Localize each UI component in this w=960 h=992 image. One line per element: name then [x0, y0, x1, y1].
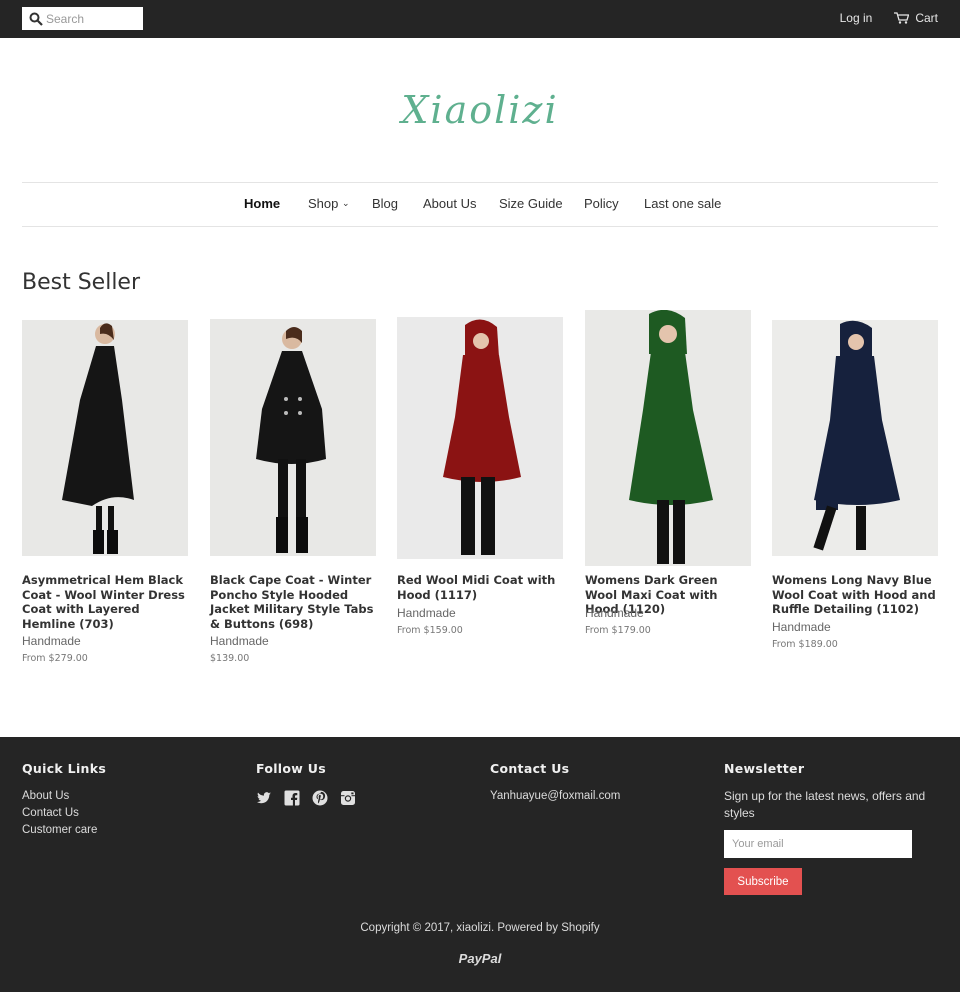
twitter-icon[interactable] — [256, 790, 272, 806]
product-vendor: Handmade — [585, 606, 644, 620]
nav-policy[interactable]: Policy — [584, 196, 619, 211]
follow-us: Follow Us — [256, 761, 356, 806]
product-title[interactable]: Womens Long Navy Blue Wool Coat with Hoo… — [772, 573, 938, 617]
quick-links: Quick Links About Us Contact Us Customer… — [22, 761, 106, 836]
search-box[interactable] — [22, 7, 143, 30]
top-bar: Log in Cart — [0, 0, 960, 38]
product-image[interactable] — [585, 310, 751, 566]
product-price: From $189.00 — [772, 639, 838, 650]
main-nav: Home Shop ⌄ Blog About Us Size Guide Pol… — [22, 182, 938, 227]
newsletter-text: Sign up for the latest news, offers and … — [724, 789, 926, 820]
contact-email[interactable]: Yanhuayue@foxmail.com — [490, 790, 620, 802]
product-price: From $179.00 — [585, 625, 651, 636]
site-logo[interactable]: Xiaolizi — [0, 88, 960, 132]
nav-last-one-sale[interactable]: Last one sale — [644, 196, 721, 211]
product-title[interactable]: Asymmetrical Hem Black Coat - Wool Winte… — [22, 573, 188, 631]
nav-about-us[interactable]: About Us — [423, 196, 476, 211]
contact-us-heading: Contact Us — [490, 761, 570, 776]
product-title[interactable]: Black Cape Coat - Winter Poncho Style Ho… — [210, 573, 376, 631]
product-vendor: Handmade — [397, 606, 456, 620]
search-icon[interactable] — [29, 12, 43, 26]
search-input[interactable] — [46, 10, 140, 27]
nav-blog[interactable]: Blog — [372, 196, 398, 211]
cart-label: Cart — [915, 11, 938, 25]
follow-us-heading: Follow Us — [256, 761, 326, 776]
product-image[interactable] — [22, 320, 188, 556]
site-footer: Quick Links About Us Contact Us Customer… — [0, 737, 960, 992]
product-price: From $279.00 — [22, 653, 88, 664]
paypal-payment-icon: PayPal — [458, 951, 502, 966]
product-vendor: Handmade — [772, 620, 831, 634]
product-image[interactable] — [210, 319, 376, 556]
pinterest-icon[interactable] — [312, 790, 328, 806]
cart-icon — [894, 12, 910, 24]
chevron-down-icon: ⌄ — [342, 198, 350, 208]
login-link[interactable]: Log in — [840, 11, 873, 25]
product-vendor: Handmade — [22, 634, 81, 648]
footer-link-contact-us[interactable]: Contact Us — [22, 807, 106, 819]
copyright-text: Copyright © 2017, xiaolizi. Powered by S… — [360, 922, 600, 934]
newsletter-heading: Newsletter — [724, 761, 805, 776]
product-price: $139.00 — [210, 653, 250, 664]
facebook-icon[interactable] — [284, 790, 300, 806]
nav-shop-label: Shop — [308, 196, 339, 211]
footer-link-about-us[interactable]: About Us — [22, 790, 106, 802]
newsletter: Newsletter Sign up for the latest news, … — [724, 761, 929, 895]
quick-links-heading: Quick Links — [22, 761, 107, 776]
product-image[interactable] — [772, 320, 938, 556]
product-vendor: Handmade — [210, 634, 269, 648]
product-title[interactable]: Red Wool Midi Coat with Hood (1117) — [397, 573, 563, 602]
cart-link[interactable]: Cart — [894, 11, 938, 25]
product-price: From $159.00 — [397, 625, 463, 636]
subscribe-button[interactable]: Subscribe — [724, 868, 802, 895]
nav-size-guide[interactable]: Size Guide — [499, 196, 563, 211]
section-title: Best Seller — [22, 270, 141, 295]
newsletter-email-input[interactable] — [724, 830, 912, 858]
contact-us: Contact Us Yanhuayue@foxmail.com — [490, 761, 620, 802]
nav-shop[interactable]: Shop ⌄ — [308, 196, 350, 211]
nav-home[interactable]: Home — [244, 196, 280, 211]
footer-link-customer-care[interactable]: Customer care — [22, 824, 106, 836]
instagram-icon[interactable] — [340, 790, 356, 806]
product-image[interactable] — [397, 317, 563, 559]
